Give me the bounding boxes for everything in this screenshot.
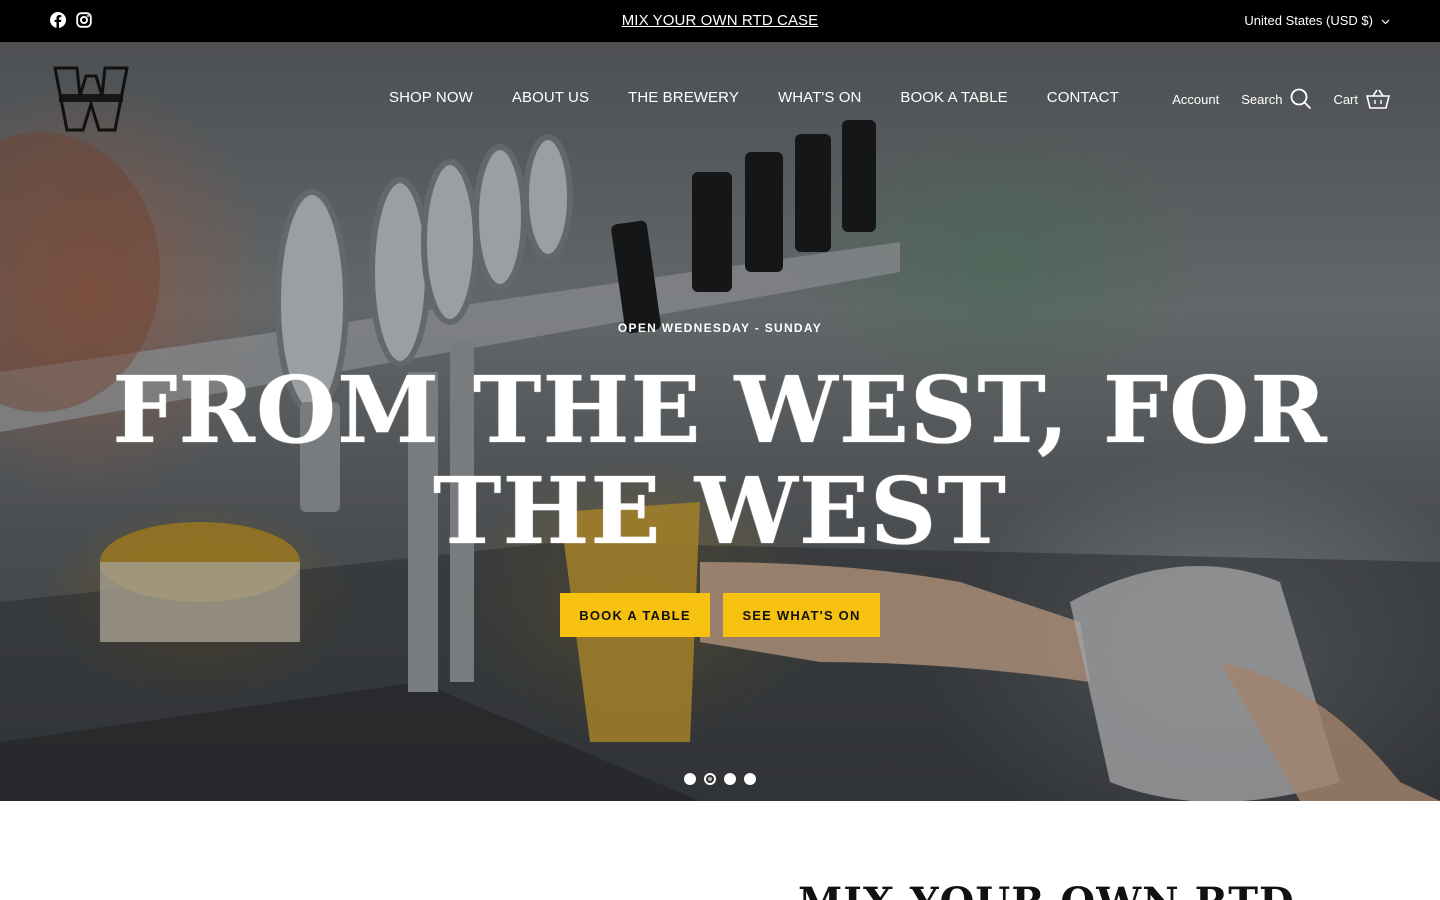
account-link[interactable]: Account <box>1172 92 1219 107</box>
hero-headline: FROM THE WEST, FOR THE WEST <box>0 360 1440 562</box>
announcement-link-wrap: MIX YOUR OWN RTD CASE <box>0 12 1440 29</box>
hero-eyebrow: OPEN WEDNESDAY - SUNDAY <box>617 321 823 335</box>
see-whats-on-button[interactable]: SEE WHAT'S ON <box>723 593 880 637</box>
announcement-link[interactable]: MIX YOUR OWN RTD CASE <box>622 12 819 29</box>
slide-dot-2[interactable] <box>704 773 716 785</box>
nav-about-us[interactable]: ABOUT US <box>512 89 589 106</box>
header-utilities: Account Search Cart <box>1172 88 1390 110</box>
chevron-down-icon <box>1381 13 1390 28</box>
slide-dot-4[interactable] <box>744 773 756 785</box>
currency-label: United States (USD $) <box>1244 13 1373 28</box>
nav-book-a-table[interactable]: BOOK A TABLE <box>900 89 1007 106</box>
slideshow-pagination <box>684 773 756 785</box>
nav-the-brewery[interactable]: THE BREWERY <box>628 89 739 106</box>
currency-selector[interactable]: United States (USD $) <box>1244 13 1390 28</box>
mix-rtd-section: MIX YOUR OWN RTD <box>0 801 1440 900</box>
hero-cta-group: BOOK A TABLE SEE WHAT'S ON <box>560 593 880 637</box>
slide-dot-3[interactable] <box>724 773 736 785</box>
slide-dot-1[interactable] <box>684 773 696 785</box>
section-heading: MIX YOUR OWN RTD <box>798 879 1295 900</box>
hero-headline-line1: FROM THE WEST, FOR <box>112 356 1328 464</box>
nav-contact[interactable]: CONTACT <box>1047 89 1119 106</box>
search-label: Search <box>1241 91 1283 107</box>
main-nav: SHOP NOW ABOUT US THE BREWERY WHAT'S ON … <box>389 89 1119 106</box>
cart-label: Cart <box>1333 91 1358 107</box>
nav-whats-on[interactable]: WHAT'S ON <box>778 89 861 106</box>
hero-slideshow: SHOP NOW ABOUT US THE BREWERY WHAT'S ON … <box>0 42 1440 801</box>
search-icon <box>1291 88 1312 110</box>
nav-shop-now[interactable]: SHOP NOW <box>389 89 473 106</box>
site-logo[interactable] <box>53 66 129 132</box>
announcement-bar: MIX YOUR OWN RTD CASE United States (USD… <box>0 0 1440 42</box>
book-a-table-button[interactable]: BOOK A TABLE <box>560 593 710 637</box>
cart-button[interactable]: Cart <box>1333 89 1390 109</box>
hero-headline-line2: THE WEST <box>433 457 1007 565</box>
search-button[interactable]: Search <box>1241 88 1312 110</box>
basket-icon <box>1366 89 1390 109</box>
